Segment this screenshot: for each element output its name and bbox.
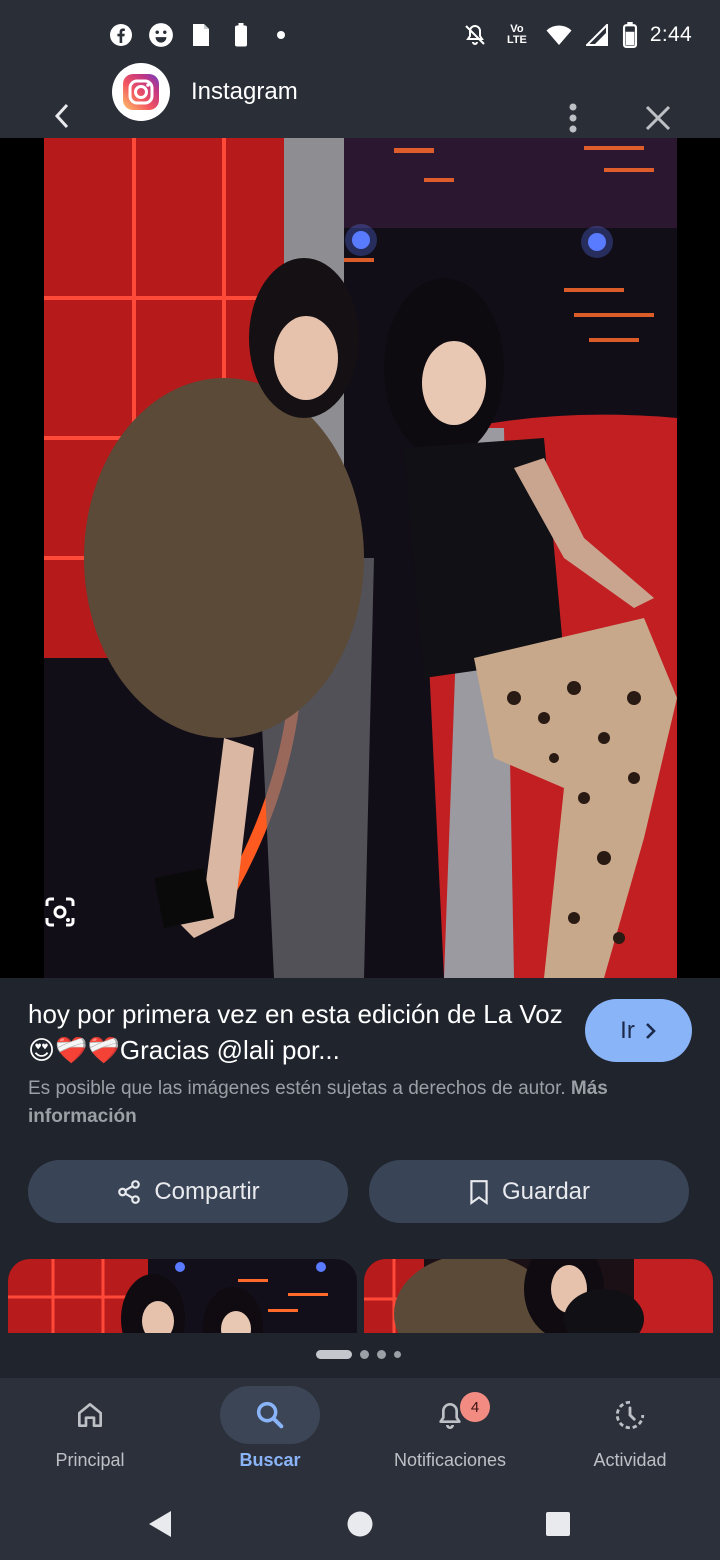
google-lens-button[interactable]	[44, 890, 82, 934]
smiley-icon	[148, 22, 174, 48]
thumbnail-illustration	[364, 1259, 713, 1333]
nav-label: Notificaciones	[393, 1450, 507, 1470]
related-image-thumbnail[interactable]	[8, 1259, 357, 1333]
status-bar: Vo LTE 2:44	[0, 0, 720, 70]
home-icon	[78, 1403, 102, 1427]
activity-icon	[615, 1400, 645, 1430]
system-navigation-bar	[0, 1488, 720, 1560]
pager-dot	[377, 1350, 386, 1359]
nav-label: Actividad	[593, 1450, 667, 1470]
pager-dot-active	[316, 1350, 352, 1359]
close-button[interactable]	[638, 98, 678, 138]
copyright-text: Es posible que las imágenes estén sujeta…	[28, 1078, 566, 1099]
close-icon	[645, 105, 671, 131]
more-vert-icon	[569, 103, 577, 133]
google-lens-icon	[45, 897, 75, 927]
thumbnail-illustration	[8, 1259, 357, 1333]
photo-illustration	[44, 138, 677, 978]
system-home-button[interactable]	[338, 1502, 382, 1546]
battery-icon	[622, 22, 638, 48]
facebook-icon	[108, 22, 134, 48]
bookmark-icon	[470, 1179, 488, 1205]
circle-home-icon	[347, 1511, 373, 1537]
copyright-notice: Es posible que las imágenes estén sujeta…	[28, 1075, 688, 1131]
related-image-thumbnail[interactable]	[364, 1259, 713, 1333]
pager-dot	[360, 1350, 369, 1359]
pager-dot	[394, 1351, 401, 1358]
system-recents-button[interactable]	[536, 1502, 580, 1546]
nav-label: Buscar	[239, 1450, 301, 1470]
back-button[interactable]	[44, 98, 80, 134]
visit-button[interactable]: Ir	[585, 999, 692, 1062]
share-button[interactable]: Compartir	[28, 1160, 348, 1223]
bottom-navigation: Principal Buscar 4 Notificaciones Activi	[0, 1378, 720, 1488]
search-icon	[256, 1401, 284, 1429]
carousel-pager	[316, 1350, 401, 1359]
nav-item-actividad[interactable]: Actividad	[540, 1378, 720, 1488]
nav-item-buscar[interactable]: Buscar	[180, 1378, 360, 1488]
document-icon	[188, 22, 214, 48]
result-image[interactable]	[44, 138, 677, 978]
nav-item-notificaciones[interactable]: 4 Notificaciones	[360, 1378, 540, 1488]
notification-badge: 4	[460, 1392, 490, 1422]
result-title[interactable]: hoy por primera vez en esta edición de L…	[28, 996, 568, 1068]
save-label: Guardar	[501, 1177, 591, 1205]
share-icon	[118, 1179, 141, 1204]
save-button[interactable]: Guardar	[369, 1160, 689, 1223]
image-viewer[interactable]	[0, 138, 720, 978]
triangle-back-icon	[149, 1511, 171, 1537]
wifi-icon	[546, 22, 572, 48]
mute-icon	[462, 22, 488, 48]
nav-label: Principal	[55, 1450, 125, 1470]
app-bar: Instagram	[0, 63, 720, 138]
more-options-button[interactable]	[556, 98, 590, 138]
volte-icon: Vo LTE	[506, 23, 527, 46]
visit-button-label: Ir	[620, 1016, 635, 1044]
chevron-left-icon	[54, 103, 69, 129]
dot-icon	[268, 22, 294, 48]
system-back-button[interactable]	[138, 1502, 182, 1546]
chevron-right-icon	[645, 1022, 656, 1039]
instagram-icon[interactable]	[112, 63, 170, 121]
clock: 2:44	[649, 23, 692, 46]
battery-saver-icon	[228, 22, 254, 48]
nav-item-principal[interactable]: Principal	[0, 1378, 180, 1488]
signal-icon	[584, 22, 610, 48]
square-recents-icon	[546, 1512, 570, 1536]
source-name[interactable]: Instagram	[191, 78, 298, 106]
share-label: Compartir	[154, 1177, 260, 1205]
